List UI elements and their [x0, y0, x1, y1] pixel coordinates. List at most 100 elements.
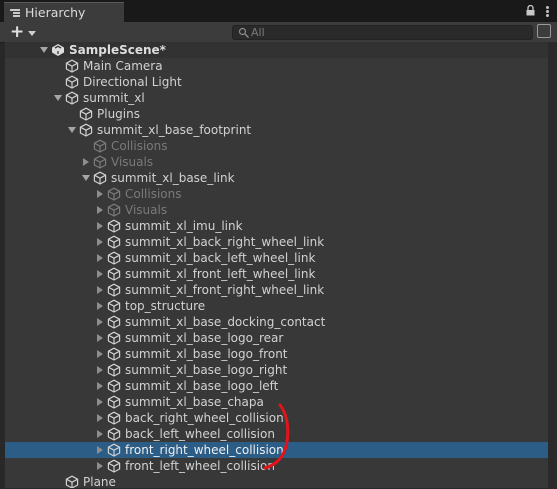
collapse-arrow-right-icon[interactable]: [97, 350, 103, 358]
tree-row[interactable]: Collisions: [5, 186, 548, 202]
cube-icon: [107, 427, 121, 441]
tree-row[interactable]: summit_xl_base_docking_contact: [5, 314, 548, 330]
tree-row[interactable]: Plane: [5, 474, 548, 488]
collapse-arrow-right-icon[interactable]: [97, 222, 103, 230]
cube-icon: [107, 235, 121, 249]
tree-row[interactable]: summit_xl_front_left_wheel_link: [5, 266, 548, 282]
tree-row[interactable]: summit_xl_back_left_wheel_link: [5, 250, 548, 266]
scene-visibility-toggle-icon[interactable]: [537, 24, 551, 38]
tree-row-label: Visuals: [125, 203, 168, 217]
tree-row-label: summit_xl_base_link: [111, 171, 235, 185]
cube-icon: [107, 379, 121, 393]
collapse-arrow-right-icon[interactable]: [97, 286, 103, 294]
cube-icon: [107, 347, 121, 361]
search-input[interactable]: [251, 26, 521, 39]
search-icon: [238, 27, 249, 38]
tree-row[interactable]: summit_xl_front_right_wheel_link: [5, 282, 548, 298]
cube-icon: [65, 59, 79, 73]
tree-row-label: top_structure: [125, 299, 206, 313]
scene-row[interactable]: SampleScene*: [5, 42, 548, 58]
tree-row-label: summit_xl: [83, 91, 145, 105]
tree-row[interactable]: summit_xl: [5, 90, 548, 106]
hierarchy-tab[interactable]: Hierarchy: [4, 2, 124, 22]
tree-row[interactable]: Collisions: [5, 138, 548, 154]
tree-row-label: front_left_wheel_collision: [125, 459, 275, 473]
tree-row[interactable]: summit_xl_base_logo_rear: [5, 330, 548, 346]
vertical-scrollbar[interactable]: [548, 42, 557, 489]
expand-arrow-down-icon[interactable]: [82, 175, 90, 181]
tree-row-label: front_right_wheel_collision: [125, 443, 284, 457]
tree-row-label: summit_xl_base_logo_right: [125, 363, 288, 377]
collapse-arrow-right-icon[interactable]: [97, 414, 103, 422]
collapse-arrow-right-icon[interactable]: [97, 446, 103, 454]
collapse-arrow-right-icon[interactable]: [97, 398, 103, 406]
collapse-arrow-right-icon[interactable]: [97, 238, 103, 246]
tree-row-label: Visuals: [111, 155, 154, 169]
tree-row-label: summit_xl_base_logo_left: [125, 379, 279, 393]
tree-row-label: Collisions: [111, 139, 168, 153]
collapse-arrow-right-icon[interactable]: [97, 334, 103, 342]
collapse-arrow-right-icon[interactable]: [97, 270, 103, 278]
tree-row-label: summit_xl_base_footprint: [97, 123, 252, 137]
cube-icon: [93, 139, 107, 153]
cube-icon: [65, 475, 79, 488]
collapse-arrow-right-icon[interactable]: [97, 206, 103, 214]
tree-row[interactable]: summit_xl_base_link: [5, 170, 548, 186]
collapse-arrow-right-icon[interactable]: [97, 302, 103, 310]
tree-row[interactable]: summit_xl_base_logo_front: [5, 346, 548, 362]
tree-row[interactable]: front_left_wheel_collision: [5, 458, 548, 474]
tree-row[interactable]: Visuals: [5, 202, 548, 218]
hierarchy-tree: SampleScene* Main Camera Directional Light…: [5, 42, 548, 488]
tree-row[interactable]: Main Camera: [5, 58, 548, 74]
tree-row-label: summit_xl_front_left_wheel_link: [125, 267, 316, 281]
cube-icon: [107, 219, 121, 233]
tree-row-label: Collisions: [125, 187, 182, 201]
cube-icon: [107, 203, 121, 217]
collapse-arrow-right-icon[interactable]: [97, 430, 103, 438]
tree-row-label: SampleScene*: [69, 43, 166, 57]
tree-row[interactable]: Visuals: [5, 154, 548, 170]
tree-row[interactable]: back_left_wheel_collision: [5, 426, 548, 442]
collapse-arrow-right-icon[interactable]: [97, 382, 103, 390]
tree-row[interactable]: summit_xl_imu_link: [5, 218, 548, 234]
expand-arrow-down-icon[interactable]: [54, 95, 62, 101]
lock-icon[interactable]: [526, 5, 535, 16]
tree-row[interactable]: back_right_wheel_collision: [5, 410, 548, 426]
tree-row-label: summit_xl_imu_link: [125, 219, 243, 233]
cube-icon: [79, 123, 93, 137]
tree-row[interactable]: top_structure: [5, 298, 548, 314]
expand-arrow-down-icon[interactable]: [68, 127, 76, 133]
more-options-icon[interactable]: [546, 6, 549, 17]
collapse-arrow-right-icon[interactable]: [97, 318, 103, 326]
cube-icon: [107, 299, 121, 313]
cube-icon: [79, 107, 93, 121]
collapse-arrow-right-icon[interactable]: [97, 366, 103, 374]
tree-row-label: summit_xl_back_right_wheel_link: [125, 235, 325, 249]
tree-row[interactable]: summit_xl_base_footprint: [5, 122, 548, 138]
collapse-arrow-right-icon[interactable]: [97, 190, 103, 198]
cube-icon: [107, 267, 121, 281]
tree-row-label: Plane: [83, 475, 116, 488]
cube-icon: [93, 171, 107, 185]
expand-arrow-down-icon[interactable]: [40, 47, 48, 53]
tree-row[interactable]: front_right_wheel_collision: [5, 442, 548, 458]
tree-row[interactable]: summit_xl_base_logo_right: [5, 362, 548, 378]
cube-icon: [107, 251, 121, 265]
chevron-down-icon: [28, 30, 37, 36]
tree-row[interactable]: summit_xl_base_chapa: [5, 394, 548, 410]
collapse-arrow-right-icon[interactable]: [83, 158, 89, 166]
tree-row[interactable]: summit_xl_base_logo_left: [5, 378, 548, 394]
plus-icon: +: [10, 21, 25, 42]
tree-row-label: summit_xl_front_right_wheel_link: [125, 283, 325, 297]
tree-row[interactable]: Directional Light: [5, 74, 548, 90]
tree-row[interactable]: Plugins: [5, 106, 548, 122]
tree-row-label: Plugins: [97, 107, 140, 121]
tree-row-label: summit_xl_base_docking_contact: [125, 315, 326, 329]
collapse-arrow-right-icon[interactable]: [97, 462, 103, 470]
add-object-button[interactable]: +: [10, 23, 40, 41]
collapse-arrow-right-icon[interactable]: [97, 254, 103, 262]
cube-icon: [107, 411, 121, 425]
cube-icon: [107, 187, 121, 201]
search-field[interactable]: [232, 25, 533, 40]
tree-row[interactable]: summit_xl_back_right_wheel_link: [5, 234, 548, 250]
